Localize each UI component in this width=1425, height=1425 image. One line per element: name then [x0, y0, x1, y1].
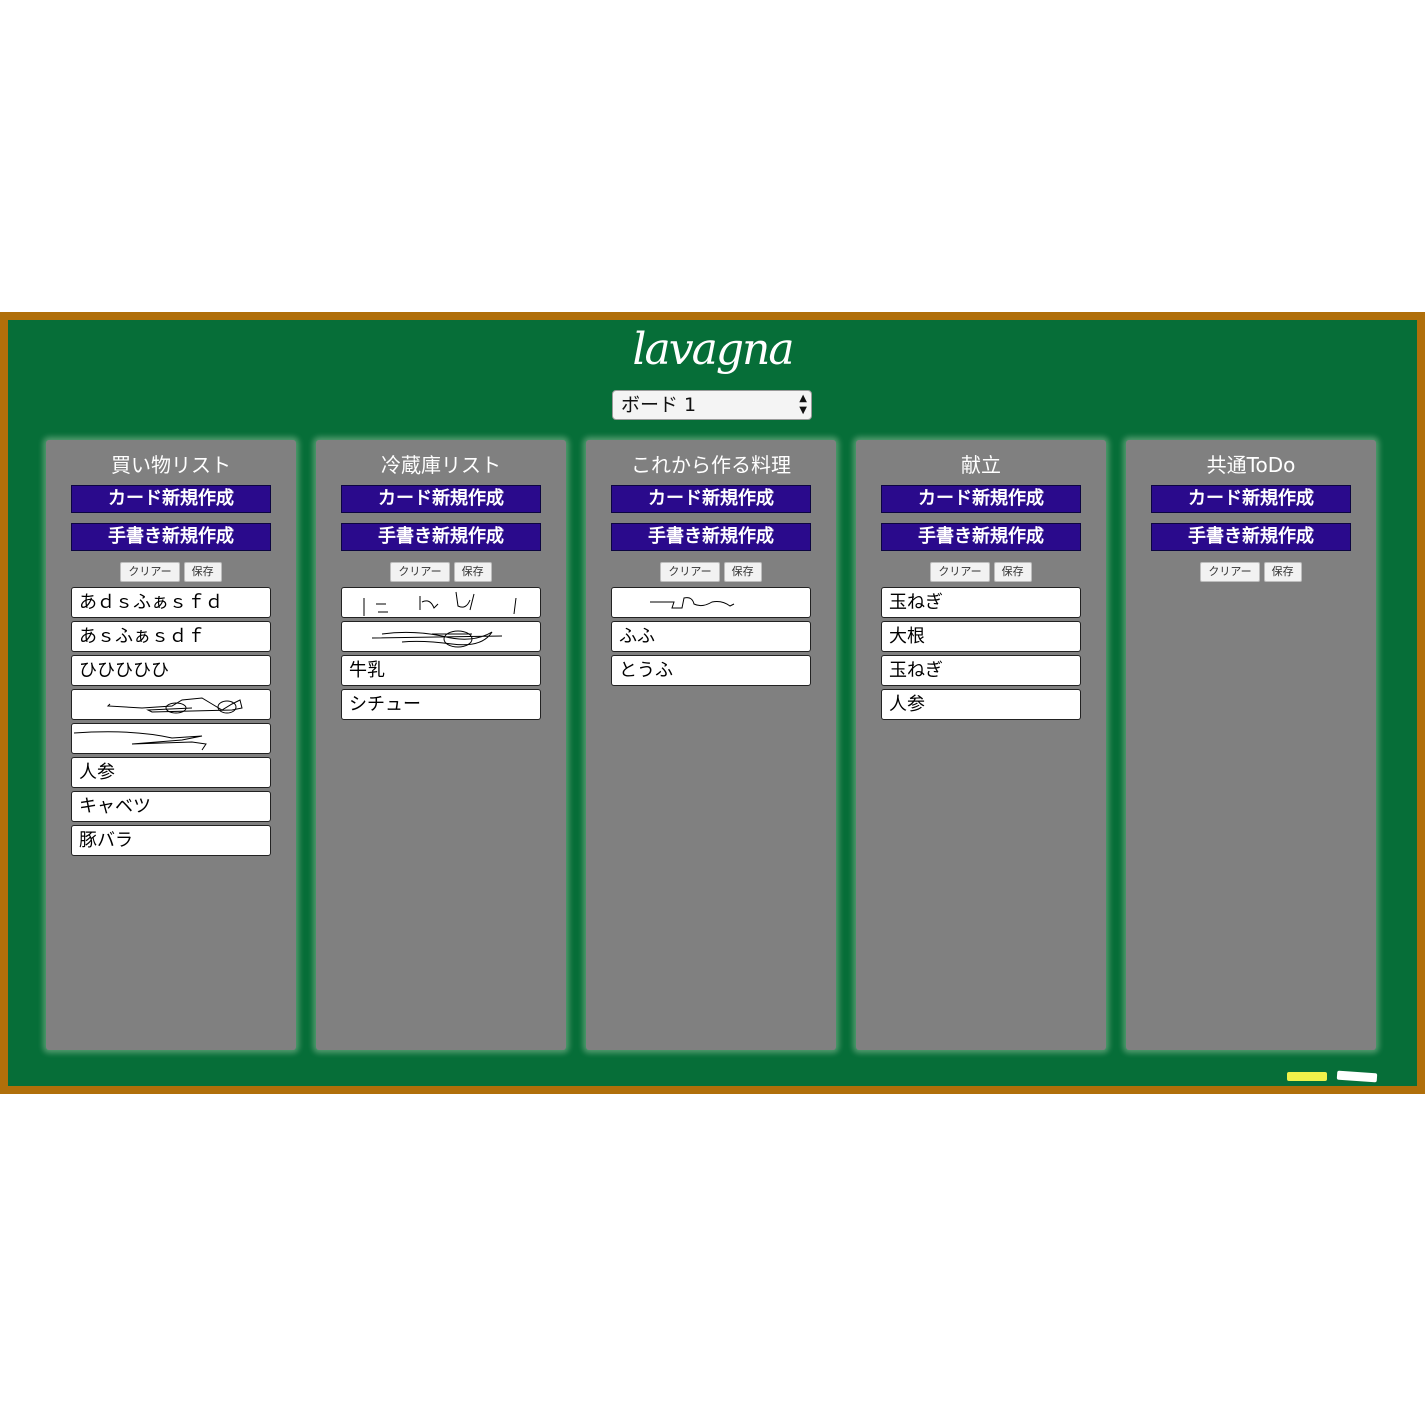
- column-menu: 献立 カード新規作成 手書き新規作成 クリアー 保存 玉ねぎ 大根 玉ねぎ 人参: [856, 440, 1106, 1050]
- card[interactable]: キャベツ: [71, 791, 271, 822]
- card[interactable]: あｓふぁｓｄｆ: [71, 621, 271, 652]
- card[interactable]: 大根: [881, 621, 1081, 652]
- handwriting-drawing: [73, 731, 207, 751]
- canvas-controls: クリアー 保存: [1126, 562, 1376, 584]
- create-card-button[interactable]: カード新規作成: [1151, 485, 1351, 513]
- column-title: これから作る料理: [631, 453, 791, 477]
- card[interactable]: 牛乳: [341, 655, 541, 686]
- board-select[interactable]: ボード 1 ▲ ▼: [612, 390, 812, 420]
- column-title: 献立: [961, 453, 1001, 477]
- create-handwriting-button[interactable]: 手書き新規作成: [71, 523, 271, 551]
- blackboard: lavagna ボード 1 ▲ ▼ 買い物リスト カード新規作成 手書き新規作成 …: [8, 320, 1417, 1086]
- create-handwriting-button[interactable]: 手書き新規作成: [881, 523, 1081, 551]
- column-title: 買い物リスト: [111, 453, 231, 477]
- handwritten-card[interactable]: [71, 723, 271, 754]
- card[interactable]: ひひひひひ: [71, 655, 271, 686]
- board-select-value: ボード 1: [621, 394, 697, 416]
- card-list: ふふ とうふ: [611, 587, 811, 689]
- card[interactable]: ふふ: [611, 621, 811, 652]
- card[interactable]: 玉ねぎ: [881, 655, 1081, 686]
- select-arrows-icon: ▲ ▼: [799, 393, 807, 416]
- create-card-button[interactable]: カード新規作成: [341, 485, 541, 513]
- clear-button[interactable]: クリアー: [390, 562, 450, 582]
- card[interactable]: シチュー: [341, 689, 541, 720]
- column-fridge-list: 冷蔵庫リスト カード新規作成 手書き新規作成 クリアー 保存 牛乳 シチュー: [316, 440, 566, 1050]
- blackboard-frame: lavagna ボード 1 ▲ ▼ 買い物リスト カード新規作成 手書き新規作成 …: [0, 312, 1425, 1094]
- card[interactable]: 玉ねぎ: [881, 587, 1081, 618]
- handwritten-card[interactable]: [611, 587, 811, 618]
- canvas-controls: クリアー 保存: [586, 562, 836, 584]
- card[interactable]: とうふ: [611, 655, 811, 686]
- app-logo: lavagna: [632, 324, 794, 375]
- card[interactable]: 人参: [71, 757, 271, 788]
- create-card-button[interactable]: カード新規作成: [881, 485, 1081, 513]
- save-button[interactable]: 保存: [1263, 562, 1302, 582]
- handwriting-drawing: [363, 591, 517, 616]
- clear-button[interactable]: クリアー: [930, 562, 990, 582]
- canvas-controls: クリアー 保存: [316, 562, 566, 584]
- create-handwriting-button[interactable]: 手書き新規作成: [341, 523, 541, 551]
- column-shopping-list: 買い物リスト カード新規作成 手書き新規作成 クリアー 保存 あｄｓふぁｓｆｄ あ…: [46, 440, 296, 1050]
- handwritten-card[interactable]: [341, 587, 541, 618]
- column-title: 共通ToDo: [1206, 453, 1296, 477]
- handwritten-card[interactable]: [341, 621, 541, 652]
- canvas-controls: クリアー 保存: [46, 562, 296, 584]
- column-title: 冷蔵庫リスト: [381, 453, 501, 477]
- save-button[interactable]: 保存: [993, 562, 1032, 582]
- column-dishes-to-make: これから作る料理 カード新規作成 手書き新規作成 クリアー 保存 ふふ とうふ: [586, 440, 836, 1050]
- card[interactable]: あｄｓふぁｓｆｄ: [71, 587, 271, 618]
- clear-button[interactable]: クリアー: [1200, 562, 1260, 582]
- canvas-controls: クリアー 保存: [856, 562, 1106, 584]
- card-list: 牛乳 シチュー: [341, 587, 541, 723]
- clear-button[interactable]: クリアー: [660, 562, 720, 582]
- white-chalk-icon[interactable]: [1336, 1070, 1378, 1083]
- column-shared-todo: 共通ToDo カード新規作成 手書き新規作成 クリアー 保存: [1126, 440, 1376, 1050]
- save-button[interactable]: 保存: [723, 562, 762, 582]
- save-button[interactable]: 保存: [453, 562, 492, 582]
- create-handwriting-button[interactable]: 手書き新規作成: [611, 523, 811, 551]
- yellow-chalk-icon[interactable]: [1287, 1072, 1327, 1081]
- create-handwriting-button[interactable]: 手書き新規作成: [1151, 523, 1351, 551]
- handwriting-drawing: [650, 597, 735, 609]
- create-card-button[interactable]: カード新規作成: [611, 485, 811, 513]
- card-list: あｄｓふぁｓｆｄ あｓふぁｓｄｆ ひひひひひ 人参 キャベツ 豚バラ: [71, 587, 271, 859]
- create-card-button[interactable]: カード新規作成: [71, 485, 271, 513]
- handwritten-card[interactable]: [71, 689, 271, 720]
- handwriting-drawing: [106, 697, 243, 714]
- clear-button[interactable]: クリアー: [120, 562, 180, 582]
- save-button[interactable]: 保存: [183, 562, 222, 582]
- card[interactable]: 人参: [881, 689, 1081, 720]
- card[interactable]: 豚バラ: [71, 825, 271, 856]
- handwriting-drawing: [371, 630, 503, 648]
- card-list: 玉ねぎ 大根 玉ねぎ 人参: [881, 587, 1081, 723]
